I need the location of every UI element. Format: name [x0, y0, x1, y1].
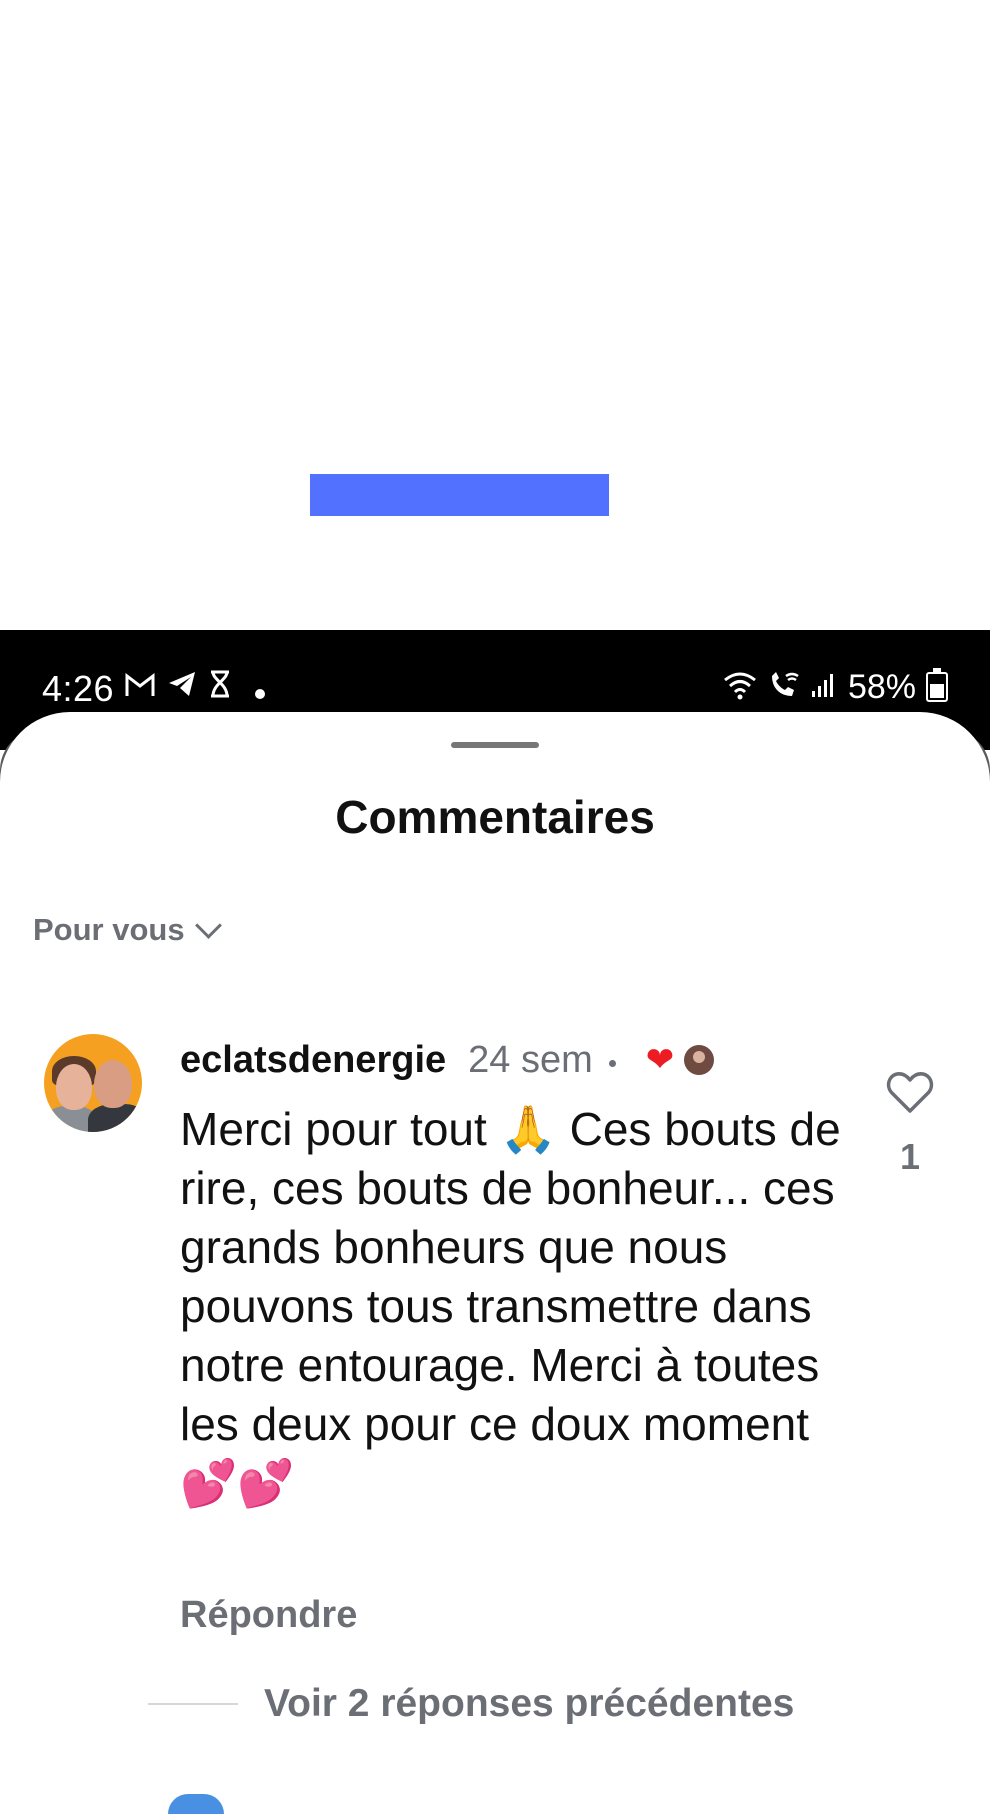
- view-replies-label: Voir 2 réponses précédentes: [264, 1682, 795, 1725]
- hourglass-icon: [209, 668, 231, 706]
- comments-sheet: Commentaires Pour vous eclatsdenergie 24…: [0, 712, 990, 1814]
- blank-area: [0, 0, 1000, 630]
- signal-icon: [810, 671, 838, 704]
- separator-dot: [608, 1059, 616, 1067]
- view-replies-button[interactable]: Voir 2 réponses précédentes: [148, 1682, 794, 1726]
- status-time: 4:26: [42, 668, 115, 709]
- status-notification-icons: [125, 668, 265, 706]
- sheet-title: Commentaires: [335, 791, 655, 843]
- sort-label: Pour vous: [33, 912, 185, 947]
- wifi-call-icon: [768, 670, 800, 705]
- battery-percent: 58%: [847, 668, 916, 706]
- wifi-icon: [722, 670, 758, 705]
- comment-text: Merci pour tout 🙏 Ces bouts de rire, ces…: [180, 1103, 841, 1509]
- dot-icon: [255, 689, 265, 699]
- comment-age: 24 sem: [468, 1038, 593, 1081]
- blue-banner: [310, 474, 609, 516]
- sort-dropdown[interactable]: Pour vous: [33, 911, 222, 948]
- like-count: 1: [899, 1136, 921, 1177]
- comment-meta: eclatsdenergie 24 sem ❤: [180, 1032, 715, 1088]
- battery-icon: [926, 668, 948, 702]
- heart-outline-icon[interactable]: [886, 1070, 934, 1114]
- creator-avatar: [684, 1045, 715, 1075]
- reply-button[interactable]: Répondre: [180, 1594, 357, 1637]
- status-system-icons: 58%: [722, 668, 948, 706]
- chevron-down-icon: [194, 911, 222, 939]
- next-comment-avatar[interactable]: [168, 1794, 224, 1814]
- divider-line: [148, 1703, 238, 1705]
- avatar[interactable]: [44, 1034, 142, 1132]
- creator-liked-heart-icon: ❤: [645, 1041, 675, 1079]
- comment-username[interactable]: eclatsdenergie: [180, 1039, 446, 1082]
- gmail-icon: [125, 668, 155, 706]
- telegram-icon: [167, 668, 197, 706]
- drag-handle[interactable]: [451, 742, 539, 748]
